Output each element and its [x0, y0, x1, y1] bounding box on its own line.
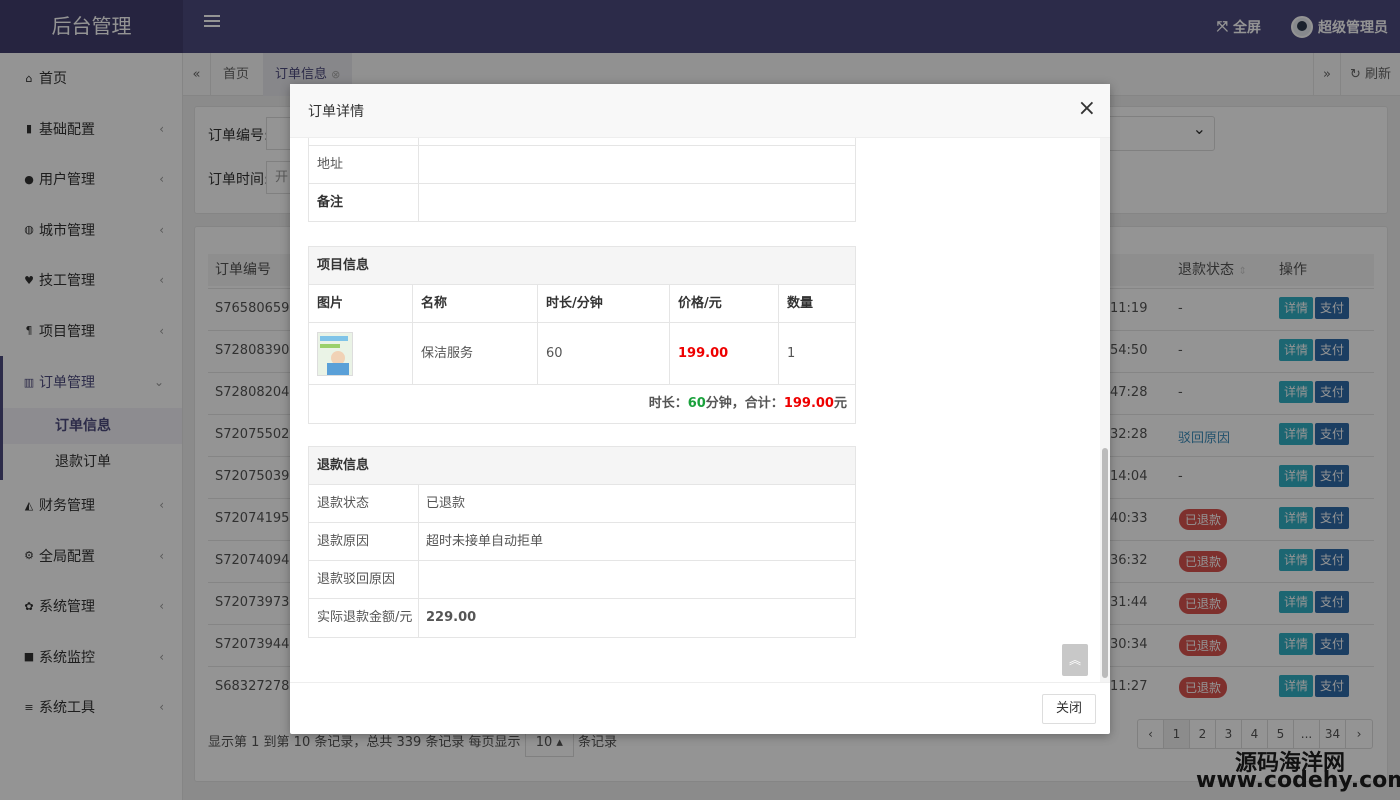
- project-info-title: 项目信息: [309, 247, 855, 285]
- project-item-name: 保洁服务: [413, 323, 538, 384]
- kv-key: 退款原因: [309, 523, 419, 560]
- kv-key: 实际退款金额/元: [309, 599, 419, 637]
- kv-key-blank: [309, 138, 419, 145]
- kv-value: 229.00: [426, 610, 477, 625]
- kv-key: 备注: [309, 184, 419, 222]
- kv-refund-amount: 实际退款金额/元 229.00: [309, 599, 855, 637]
- service-thumbnail[interactable]: [317, 332, 353, 376]
- order-basic-box: 地址 备注: [308, 138, 856, 222]
- kv-refund-reject: 退款驳回原因: [309, 561, 855, 599]
- summary-mid: 分钟，合计：: [705, 396, 784, 411]
- close-button[interactable]: 关闭: [1042, 694, 1096, 724]
- ph-qty: 数量: [787, 296, 814, 311]
- modal-body[interactable]: 地址 备注 项目信息 图片 名称 时长/分钟 价格/元 数量 保洁服务 60 1…: [290, 138, 1110, 682]
- watermark-line2: www.codehy.com: [1196, 768, 1400, 793]
- project-item-row: 保洁服务 60 199.00 1: [309, 323, 855, 385]
- ph-duration: 时长/分钟: [538, 285, 670, 322]
- order-detail-modal: 订单详情 × 地址 备注 项目信息 图片 名称 时长/分钟 价格/元 数量 保洁…: [290, 84, 1110, 734]
- back-to-top-icon[interactable]: ︽: [1062, 644, 1088, 676]
- kv-key: 地址: [309, 146, 419, 183]
- close-icon[interactable]: ×: [1078, 96, 1096, 122]
- ph-price: 价格/元: [670, 285, 779, 322]
- summary-unit: 元: [833, 396, 847, 411]
- modal-scrollbar[interactable]: [1102, 448, 1108, 678]
- project-item-image-cell: [309, 323, 413, 384]
- modal-footer: 关闭: [290, 682, 1110, 734]
- summary-duration: 60: [687, 396, 706, 411]
- ph-image: 图片: [309, 285, 413, 322]
- kv-value: 已退款: [426, 496, 466, 511]
- kv-refund-status: 退款状态 已退款: [309, 485, 855, 523]
- refund-info-box: 退款信息 退款状态 已退款 退款原因 超时未接单自动拒单 退款驳回原因 实际退款金额…: [308, 446, 856, 638]
- kv-remark: 备注: [309, 184, 855, 222]
- kv-refund-reason: 退款原因 超时未接单自动拒单: [309, 523, 855, 561]
- kv-row-hidden: [309, 138, 855, 146]
- summary-total: 199.00: [783, 396, 834, 411]
- kv-value: 超时未接单自动拒单: [426, 534, 544, 549]
- kv-address: 地址: [309, 146, 855, 184]
- project-item-price: 199.00: [670, 323, 779, 384]
- modal-header: 订单详情 ×: [290, 84, 1110, 138]
- ph-name: 名称: [413, 285, 538, 322]
- project-summary: 时长：60分钟，合计：199.00元: [309, 385, 855, 423]
- project-item-qty: 1: [787, 346, 796, 361]
- project-header-row: 图片 名称 时长/分钟 价格/元 数量: [309, 285, 855, 323]
- summary-prefix: 时长：: [648, 396, 688, 411]
- project-item-duration: 60: [538, 323, 670, 384]
- refund-info-title: 退款信息: [309, 447, 855, 485]
- kv-key: 退款状态: [309, 485, 419, 522]
- modal-title: 订单详情: [308, 104, 364, 120]
- kv-key: 退款驳回原因: [309, 561, 419, 598]
- project-info-box: 项目信息 图片 名称 时长/分钟 价格/元 数量 保洁服务 60 199.00 …: [308, 246, 856, 424]
